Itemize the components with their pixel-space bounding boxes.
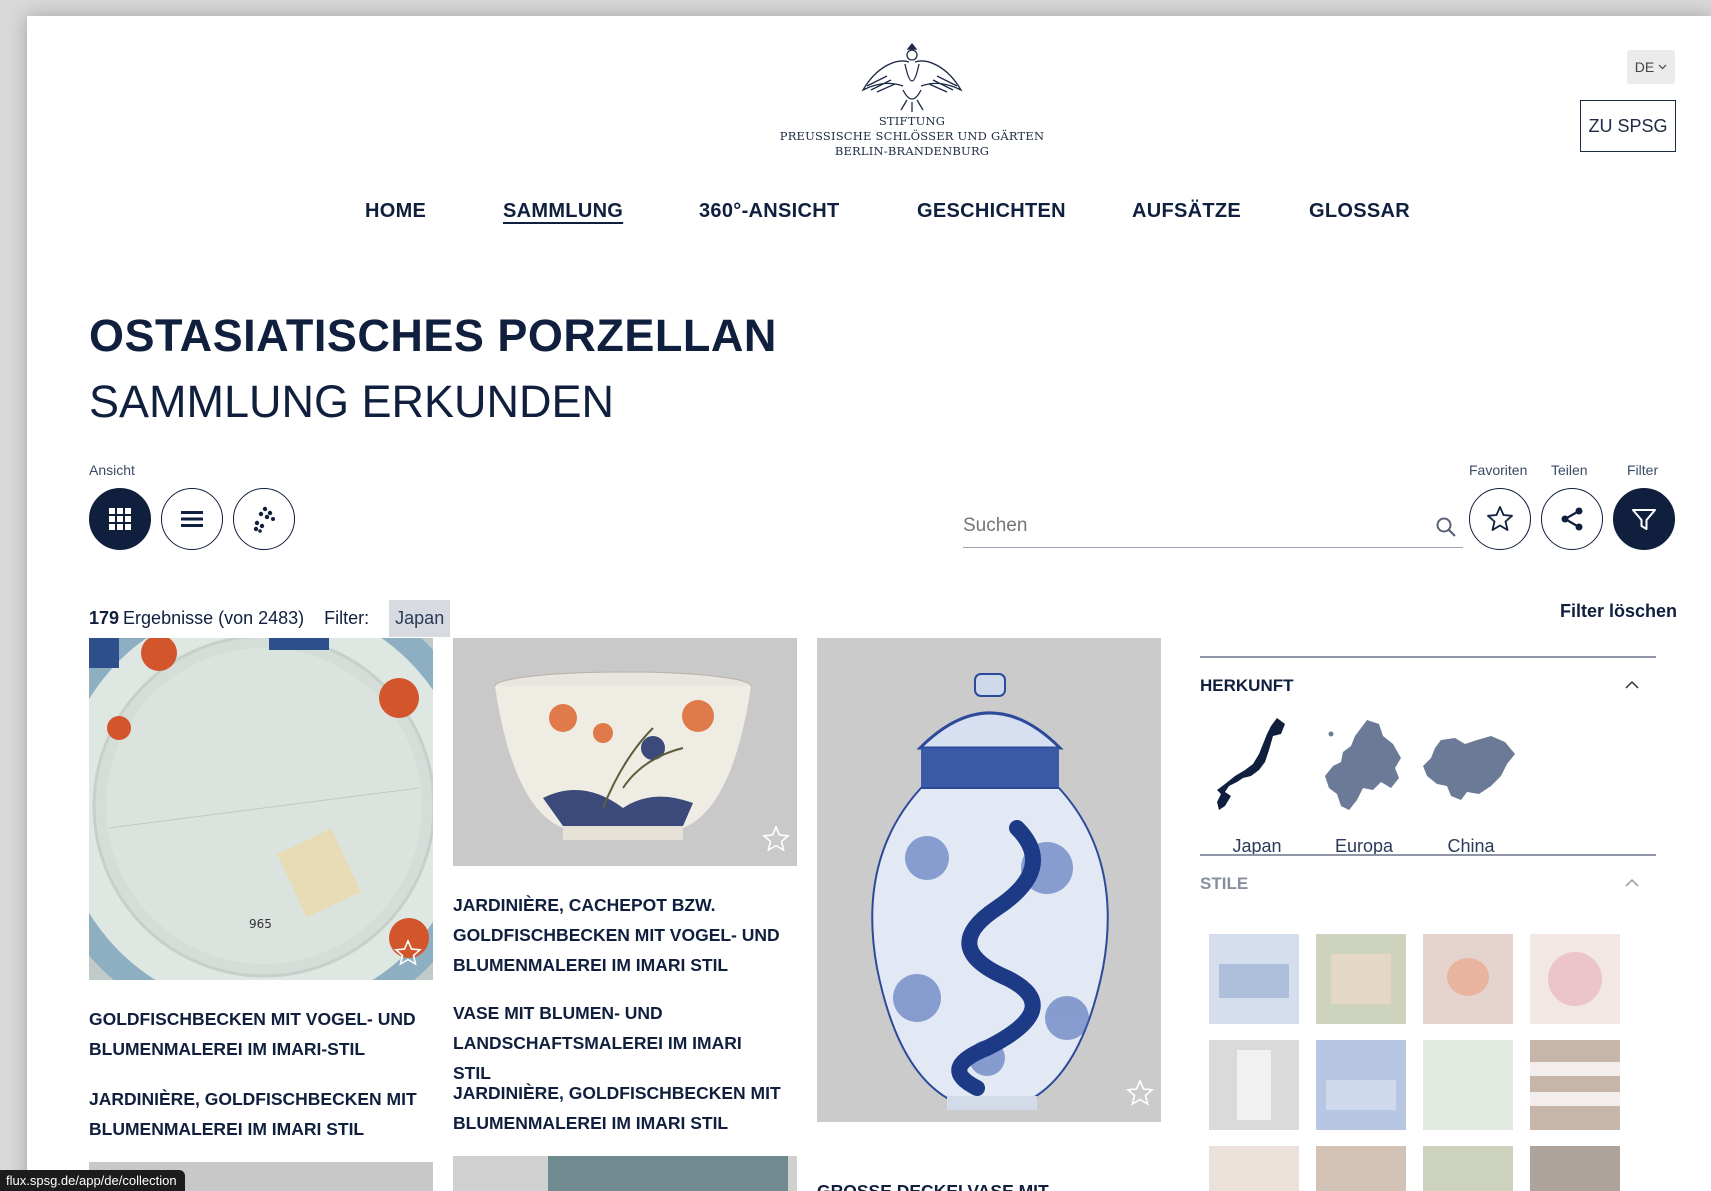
style-thumbnail[interactable] bbox=[1316, 1040, 1406, 1130]
imari-plate-image: 965 bbox=[89, 638, 433, 980]
card-title[interactable]: JARDINIÈRE, GOLDFISCHBECKEN MIT BLUMENMA… bbox=[89, 1084, 419, 1144]
nav-home[interactable]: HOME bbox=[365, 200, 426, 223]
list-view-button[interactable] bbox=[161, 488, 223, 550]
results-text: Ergebnisse (von 2483) bbox=[123, 608, 305, 628]
artwork-image-cachepot[interactable] bbox=[453, 638, 797, 866]
svg-text:965: 965 bbox=[249, 917, 272, 931]
card-title[interactable]: VASE MIT BLUMEN- UND LANDSCHAFTSMALEREI … bbox=[453, 998, 783, 1088]
view-label: Ansicht bbox=[89, 462, 135, 478]
logo-line-1: STIFTUNG bbox=[878, 114, 946, 128]
eagle-crest-icon bbox=[861, 42, 963, 112]
spsg-logo[interactable]: STIFTUNG PREUSSISCHE SCHLÖSSER UND GÄRTE… bbox=[762, 38, 1062, 159]
funnel-icon bbox=[1632, 509, 1656, 530]
artwork-image[interactable] bbox=[453, 1156, 797, 1191]
browser-page: STIFTUNG PREUSSISCHE SCHLÖSSER UND GÄRTE… bbox=[27, 16, 1711, 1191]
status-bar-url: flux.spsg.de/app/de/collection bbox=[0, 1170, 185, 1191]
style-thumbnail[interactable] bbox=[1316, 934, 1406, 1024]
filter-button[interactable] bbox=[1613, 488, 1675, 550]
styles-heading[interactable]: STILE bbox=[1200, 874, 1248, 894]
style-thumbnail[interactable] bbox=[1423, 1146, 1513, 1191]
artwork-image-vase[interactable] bbox=[817, 638, 1161, 1122]
page-title: OSTASIATISCHES PORZELLAN bbox=[89, 310, 777, 361]
favorite-star-icon[interactable] bbox=[1125, 1078, 1155, 1108]
grid-view-button[interactable] bbox=[89, 488, 151, 550]
imari-cachepot-image bbox=[453, 638, 797, 866]
nav-360-ansicht[interactable]: 360°-ANSICHT bbox=[699, 200, 840, 223]
nav-sammlung[interactable]: SAMMLUNG bbox=[503, 200, 623, 223]
card-title[interactable]: GROSSE DECKELVASE MIT bbox=[817, 1176, 1147, 1191]
europe-map-icon[interactable] bbox=[1323, 718, 1403, 814]
results-count: 179 bbox=[89, 608, 120, 628]
style-thumbnail[interactable] bbox=[1209, 934, 1299, 1024]
logo-line-2: PREUSSISCHE SCHLÖSSER UND GÄRTEN bbox=[779, 129, 1045, 143]
china-map-icon[interactable] bbox=[1421, 734, 1517, 806]
style-thumbnail[interactable] bbox=[1530, 1040, 1620, 1130]
cluster-view-button[interactable] bbox=[233, 488, 295, 550]
card-title[interactable]: JARDINIÈRE, CACHEPOT BZW. GOLDFISCHBECKE… bbox=[453, 890, 783, 980]
language-select[interactable]: DE bbox=[1627, 50, 1675, 84]
list-icon bbox=[181, 511, 203, 527]
style-thumbnail[interactable] bbox=[1423, 934, 1513, 1024]
card-title[interactable]: JARDINIÈRE, GOLDFISCHBECKEN MIT BLUMENMA… bbox=[453, 1078, 783, 1138]
share-label: Teilen bbox=[1551, 462, 1588, 478]
style-thumbnail[interactable] bbox=[1530, 934, 1620, 1024]
style-thumbnail[interactable] bbox=[1209, 1146, 1299, 1191]
chevron-down-icon bbox=[1658, 64, 1667, 70]
favorite-star-icon[interactable] bbox=[761, 824, 791, 854]
nav-aufsaetze[interactable]: AUFSÄTZE bbox=[1132, 200, 1241, 223]
search-icon[interactable] bbox=[1435, 516, 1457, 538]
search-box bbox=[963, 508, 1463, 548]
dragon-vase-image bbox=[817, 638, 1161, 1122]
card-title[interactable]: GOLDFISCHBECKEN MIT VOGEL- UND BLUMENMAL… bbox=[89, 1004, 419, 1064]
japan-map-icon[interactable] bbox=[1215, 716, 1295, 816]
style-thumbnail[interactable] bbox=[1316, 1146, 1406, 1191]
style-thumbnail[interactable] bbox=[1423, 1040, 1513, 1130]
style-thumbnail[interactable] bbox=[1530, 1146, 1620, 1191]
favorite-star-icon[interactable] bbox=[393, 938, 423, 968]
filter-divider bbox=[1200, 854, 1656, 856]
main-nav: HOME SAMMLUNG 360°-ANSICHT GESCHICHTEN A… bbox=[27, 200, 1711, 230]
nav-geschichten[interactable]: GESCHICHTEN bbox=[917, 200, 1066, 223]
share-icon bbox=[1561, 507, 1583, 531]
zu-spsg-button[interactable]: ZU SPSG bbox=[1580, 100, 1676, 152]
clear-filters-link[interactable]: Filter löschen bbox=[1560, 601, 1677, 622]
origin-heading[interactable]: HERKUNFT bbox=[1200, 676, 1294, 696]
filter-divider bbox=[1200, 656, 1656, 658]
filter-label: Filter bbox=[1627, 462, 1659, 478]
chevron-up-icon[interactable] bbox=[1625, 676, 1639, 692]
logo-line-3: BERLIN-BRANDENBURG bbox=[834, 144, 990, 158]
results-summary: 179 Ergebnisse (von 2483) Filter: Japan bbox=[89, 600, 451, 637]
style-thumbnail[interactable] bbox=[1209, 1040, 1299, 1130]
filter-prefix: Filter: bbox=[324, 608, 370, 628]
grid-icon bbox=[109, 508, 131, 530]
favorites-label: Favoriten bbox=[1469, 462, 1528, 478]
chevron-up-icon[interactable] bbox=[1625, 874, 1639, 890]
active-filter-chip[interactable]: Japan bbox=[389, 600, 451, 637]
search-input[interactable] bbox=[963, 508, 1403, 544]
star-icon bbox=[1487, 506, 1513, 531]
nav-glossar[interactable]: GLOSSAR bbox=[1309, 200, 1410, 223]
artwork-image-plate[interactable]: 965 bbox=[89, 638, 433, 980]
page-subtitle: SAMMLUNG ERKUNDEN bbox=[89, 376, 615, 427]
favorites-button[interactable] bbox=[1469, 488, 1531, 550]
language-value: DE bbox=[1634, 59, 1655, 75]
cluster-icon bbox=[253, 506, 275, 533]
share-button[interactable] bbox=[1541, 488, 1603, 550]
